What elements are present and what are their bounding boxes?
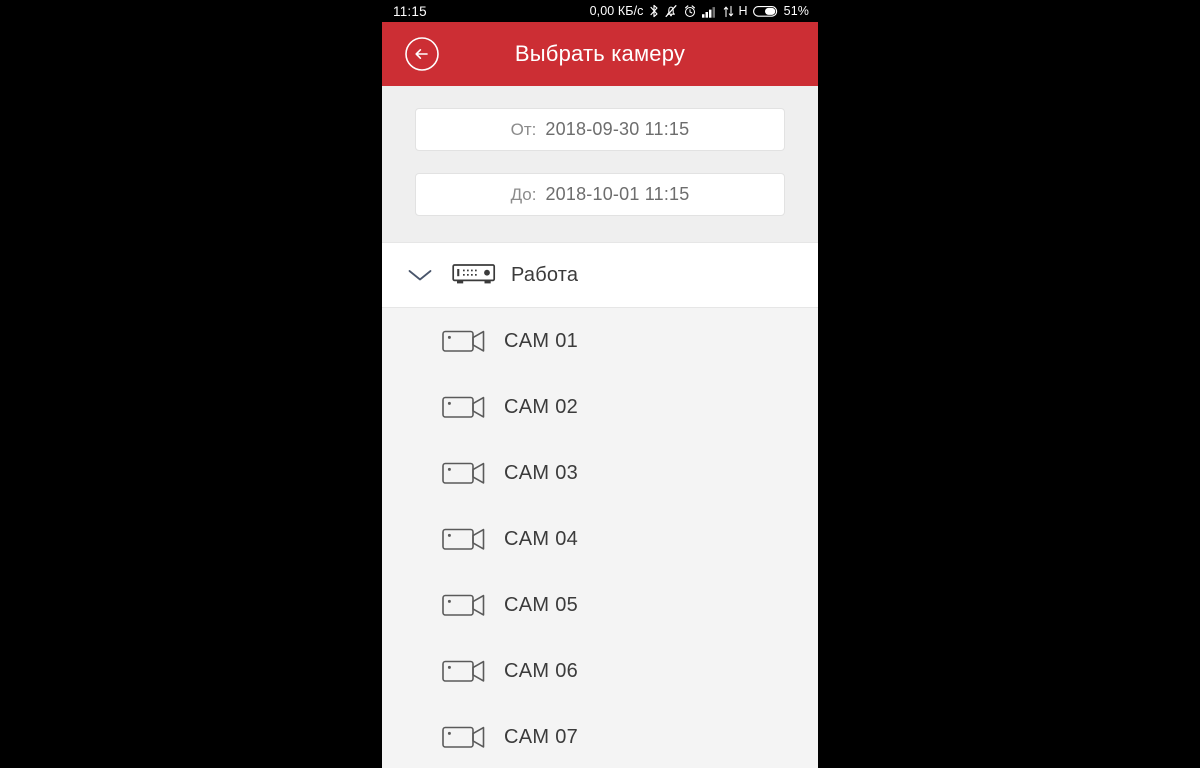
dvr-device-icon xyxy=(451,261,497,289)
from-date-value: 2018-09-30 11:15 xyxy=(545,119,690,139)
battery-percent-label: 51% xyxy=(783,4,809,18)
vibrate-muted-icon xyxy=(665,5,677,18)
battery-icon xyxy=(752,5,777,17)
page-title: Выбрать камеру xyxy=(514,41,686,66)
back-arrow-circle-icon xyxy=(405,37,439,71)
camera-list-item[interactable]: CAM 01 xyxy=(382,308,818,374)
camera-list-item[interactable]: CAM 02 xyxy=(382,374,818,440)
from-date-label: От: xyxy=(510,119,537,139)
video-camera-icon xyxy=(442,326,488,356)
bluetooth-icon xyxy=(649,4,658,18)
video-camera-icon xyxy=(442,590,488,620)
back-button[interactable] xyxy=(403,35,441,73)
video-camera-icon xyxy=(442,524,488,554)
camera-list-item[interactable]: CAM 05 xyxy=(382,572,818,638)
camera-label: CAM 06 xyxy=(504,659,579,682)
camera-list-item[interactable]: CAM 06 xyxy=(382,638,818,704)
from-date-field[interactable]: От: 2018-09-30 11:15 xyxy=(415,108,785,151)
app-bar: Выбрать камеру xyxy=(382,22,818,86)
device-group-label: Работа xyxy=(511,263,579,286)
camera-list-item[interactable]: CAM 07 xyxy=(382,704,818,768)
network-type-label: H xyxy=(738,4,748,18)
device-group-row[interactable]: Работа xyxy=(382,242,818,308)
camera-list: CAM 01 CAM 02 CAM 03 CAM 04 CAM 05 CAM 0… xyxy=(382,308,818,768)
video-camera-icon xyxy=(442,722,488,752)
camera-label: CAM 07 xyxy=(504,725,579,748)
date-range-panel: От: 2018-09-30 11:15 До: 2018-10-01 11:1… xyxy=(382,86,818,242)
status-bar-right-cluster: 0,00 КБ/с H 51% xyxy=(590,4,809,18)
data-rate-label: 0,00 КБ/с xyxy=(589,4,644,18)
video-camera-icon xyxy=(442,656,488,686)
chevron-down-icon xyxy=(408,270,432,281)
camera-label: CAM 01 xyxy=(504,329,579,352)
alarm-clock-icon xyxy=(684,5,695,18)
screenshot-canvas: 11:15 0,00 КБ/с H 51% Выбрать камеру От:… xyxy=(0,0,1200,768)
signal-bars-icon xyxy=(701,6,715,18)
status-bar: 11:15 0,00 КБ/с H 51% xyxy=(382,0,818,22)
video-camera-icon xyxy=(442,392,488,422)
camera-label: CAM 04 xyxy=(504,527,579,550)
camera-label: CAM 05 xyxy=(504,593,579,616)
phone-screen: 11:15 0,00 КБ/с H 51% Выбрать камеру От:… xyxy=(382,0,818,768)
to-date-field[interactable]: До: 2018-10-01 11:15 xyxy=(415,173,785,216)
video-camera-icon xyxy=(442,458,488,488)
data-transfer-icon xyxy=(723,5,733,17)
to-date-value: 2018-10-01 11:15 xyxy=(545,184,690,204)
camera-label: CAM 02 xyxy=(504,395,579,418)
status-clock: 11:15 xyxy=(393,3,427,19)
camera-list-item[interactable]: CAM 03 xyxy=(382,440,818,506)
to-date-label: До: xyxy=(510,184,537,204)
camera-label: CAM 03 xyxy=(504,461,579,484)
group-expand-toggle[interactable] xyxy=(398,267,442,283)
camera-list-item[interactable]: CAM 04 xyxy=(382,506,818,572)
